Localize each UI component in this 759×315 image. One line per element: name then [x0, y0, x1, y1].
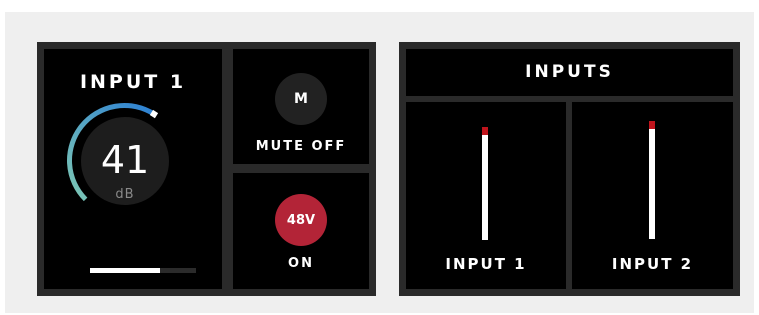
mute-cell: M MUTE OFF: [233, 49, 369, 164]
input-1-meter: [482, 127, 488, 240]
input-2-label: INPUT 2: [611, 255, 694, 273]
input-1-peak-indicator: [482, 127, 488, 135]
input-1-meter-cell[interactable]: INPUT 1: [406, 102, 566, 289]
mute-button[interactable]: M: [275, 73, 327, 125]
inputs-title: INPUTS: [525, 62, 614, 82]
input-2-meter: [649, 121, 655, 239]
input-2-meter-cell[interactable]: INPUT 2: [572, 102, 733, 289]
level-meter-fill: [90, 268, 160, 273]
input-1-label: INPUT 1: [445, 255, 527, 273]
gain-value: 41: [100, 138, 150, 182]
phantom-power-cell: 48V ON: [233, 173, 369, 289]
level-meter: [90, 268, 196, 273]
phantom-power-button[interactable]: 48V: [275, 194, 327, 246]
input-channel-cell: INPUT 1 41 dB: [44, 49, 222, 289]
channel-title: INPUT 1: [79, 71, 187, 93]
channel-panel: INPUT 1 41 dB M MUTE OFF 48V ON: [37, 42, 376, 296]
inputs-header: INPUTS: [406, 49, 733, 96]
mute-state-label: MUTE OFF: [255, 139, 347, 154]
inputs-panel: INPUTS INPUT 1 INPUT 2: [399, 42, 740, 296]
input-2-peak-indicator: [649, 121, 655, 130]
gain-unit: dB: [115, 187, 135, 202]
phantom-state-label: ON: [288, 256, 314, 271]
